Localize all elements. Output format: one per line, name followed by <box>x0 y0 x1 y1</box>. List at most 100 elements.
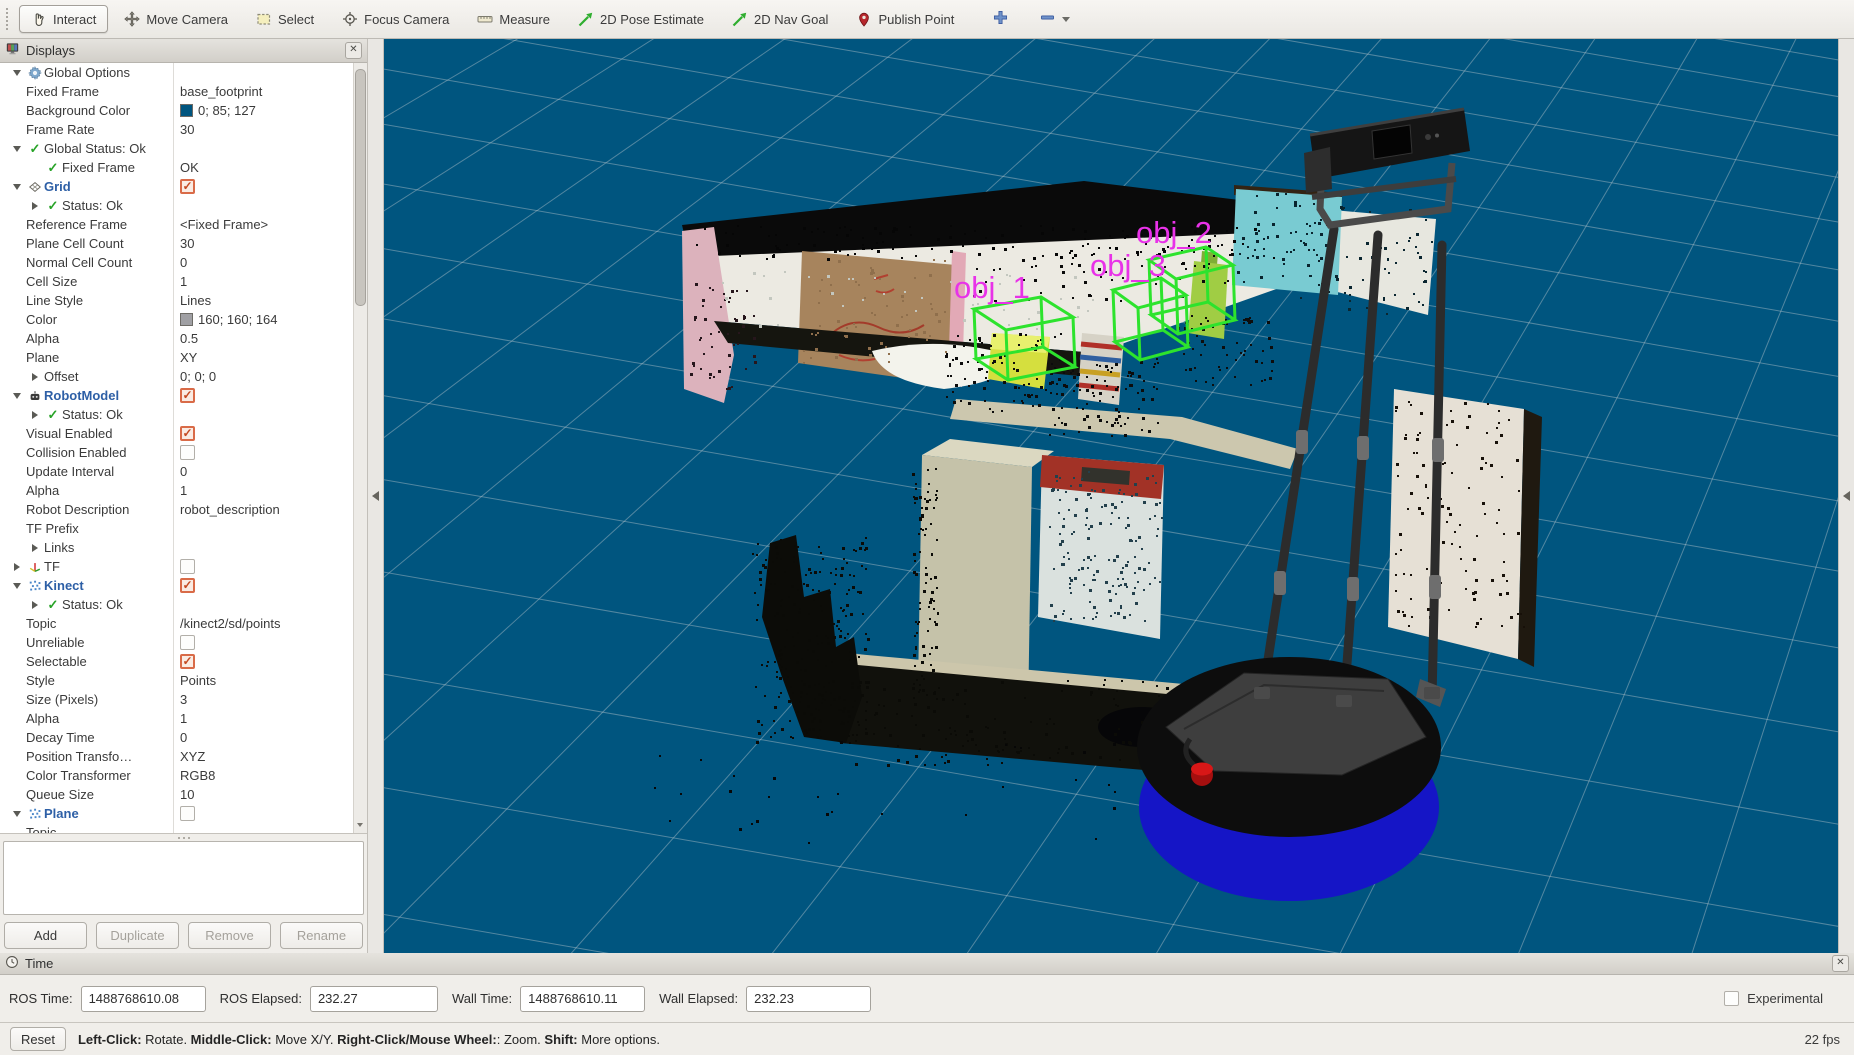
tool-2d-nav-goal[interactable]: 2D Nav Goal <box>720 5 840 33</box>
tool-measure[interactable]: Measure <box>465 5 562 33</box>
property-value-cell[interactable] <box>173 557 354 576</box>
property-value-cell[interactable]: robot_description <box>173 500 354 519</box>
tree-row-queue-size[interactable]: Queue Size10 <box>0 785 354 804</box>
property-value[interactable]: 0; 85; 127 <box>198 103 256 118</box>
tree-row-fixed-frame[interactable]: ✓Fixed FrameOK <box>0 158 354 177</box>
property-value[interactable]: 0 <box>180 730 187 745</box>
property-value[interactable]: 30 <box>180 236 194 251</box>
wall-elapsed-input[interactable] <box>746 986 871 1012</box>
property-value-cell[interactable] <box>173 405 354 424</box>
tree-scrollbar-thumb[interactable] <box>355 69 366 306</box>
enabled-checkbox-unchecked[interactable] <box>180 559 195 574</box>
tree-row-status-ok[interactable]: ✓Status: Ok <box>0 405 354 424</box>
property-value[interactable]: RGB8 <box>180 768 215 783</box>
tree-row-robotmodel[interactable]: RobotModel <box>0 386 354 405</box>
property-value[interactable]: 1 <box>180 274 187 289</box>
tree-row-plane[interactable]: Plane <box>0 804 354 823</box>
time-panel-header[interactable]: Time <box>0 953 1854 975</box>
add-button[interactable]: Add <box>4 922 87 949</box>
property-value-cell[interactable] <box>173 804 354 823</box>
left-panel-collapse-handle[interactable] <box>368 39 384 953</box>
property-value[interactable]: XYZ <box>180 749 205 764</box>
tree-row-unreliable[interactable]: Unreliable <box>0 633 354 652</box>
tree-row-background-color[interactable]: Background Color0; 85; 127 <box>0 101 354 120</box>
tree-row-status-ok[interactable]: ✓Status: Ok <box>0 595 354 614</box>
property-value[interactable]: <Fixed Frame> <box>180 217 268 232</box>
property-value-cell[interactable]: XYZ <box>173 747 354 766</box>
property-value[interactable]: XY <box>180 350 197 365</box>
tree-row-cell-size[interactable]: Cell Size1 <box>0 272 354 291</box>
tool-2d-pose-estimate[interactable]: 2D Pose Estimate <box>566 5 716 33</box>
property-value-cell[interactable] <box>173 576 354 595</box>
tree-row-alpha[interactable]: Alpha0.5 <box>0 329 354 348</box>
tree-row-update-interval[interactable]: Update Interval0 <box>0 462 354 481</box>
property-value-cell[interactable]: <Fixed Frame> <box>173 215 354 234</box>
property-value-cell[interactable]: Points <box>173 671 354 690</box>
tree-row-size-pixels[interactable]: Size (Pixels)3 <box>0 690 354 709</box>
tree-row-plane-cell-count[interactable]: Plane Cell Count30 <box>0 234 354 253</box>
close-displays-icon[interactable] <box>345 42 362 59</box>
add-tool-button[interactable] <box>984 5 1017 33</box>
tree-row-offset[interactable]: Offset0; 0; 0 <box>0 367 354 386</box>
tool-select[interactable]: Select <box>244 5 326 33</box>
displays-panel-header[interactable]: Displays <box>0 39 367 63</box>
tree-row-normal-cell-count[interactable]: Normal Cell Count0 <box>0 253 354 272</box>
property-value[interactable]: 0 <box>180 255 187 270</box>
property-value[interactable]: robot_description <box>180 502 280 517</box>
panel-splitter-grip[interactable] <box>0 834 367 841</box>
property-value-cell[interactable] <box>173 595 354 614</box>
property-value[interactable]: 30 <box>180 122 194 137</box>
property-value-cell[interactable] <box>173 538 354 557</box>
tool-move-camera[interactable]: Move Camera <box>112 5 240 33</box>
tree-row-grid[interactable]: Grid <box>0 177 354 196</box>
property-value-cell[interactable]: /kinect2/sd/points <box>173 614 354 633</box>
property-value[interactable]: 1 <box>180 711 187 726</box>
property-value-cell[interactable] <box>173 652 354 671</box>
tree-row-robot-description[interactable]: Robot Descriptionrobot_description <box>0 500 354 519</box>
color-swatch[interactable] <box>180 313 193 326</box>
property-value-cell[interactable]: RGB8 <box>173 766 354 785</box>
property-value-cell[interactable] <box>173 443 354 462</box>
property-value-cell[interactable]: 1 <box>173 709 354 728</box>
property-value-cell[interactable] <box>173 139 354 158</box>
expander-open-icon[interactable] <box>13 583 21 589</box>
enabled-checkbox-checked[interactable] <box>180 388 195 403</box>
tree-row-tf[interactable]: TF <box>0 557 354 576</box>
expander-open-icon[interactable] <box>13 70 21 76</box>
property-value-cell[interactable]: Lines <box>173 291 354 310</box>
expander-open-icon[interactable] <box>13 393 21 399</box>
color-swatch[interactable] <box>180 104 193 117</box>
property-value-cell[interactable] <box>173 196 354 215</box>
tool-focus-camera[interactable]: Focus Camera <box>330 5 461 33</box>
ros-elapsed-input[interactable] <box>310 986 438 1012</box>
tree-row-visual-enabled[interactable]: Visual Enabled <box>0 424 354 443</box>
tree-row-reference-frame[interactable]: Reference Frame<Fixed Frame> <box>0 215 354 234</box>
property-value[interactable]: 0 <box>180 464 187 479</box>
tree-row-status-ok[interactable]: ✓Status: Ok <box>0 196 354 215</box>
expander-open-icon[interactable] <box>13 184 21 190</box>
tree-row-topic[interactable]: Topic/kinect2/sd/points <box>0 614 354 633</box>
tree-row-selectable[interactable]: Selectable <box>0 652 354 671</box>
property-value[interactable]: OK <box>180 160 199 175</box>
experimental-checkbox[interactable] <box>1724 991 1739 1006</box>
property-value[interactable]: Points <box>180 673 216 688</box>
tool-interact[interactable]: Interact <box>19 5 108 33</box>
property-value-cell[interactable]: 10 <box>173 785 354 804</box>
property-value[interactable]: 1 <box>180 483 187 498</box>
property-value-cell[interactable]: 160; 160; 164 <box>173 310 354 329</box>
tree-row-alpha[interactable]: Alpha1 <box>0 709 354 728</box>
enabled-checkbox-checked[interactable] <box>180 426 195 441</box>
property-value-cell[interactable]: 30 <box>173 234 354 253</box>
property-value-cell[interactable]: OK <box>173 158 354 177</box>
enabled-checkbox-checked[interactable] <box>180 654 195 669</box>
enabled-checkbox-unchecked[interactable] <box>180 635 195 650</box>
tree-scrollbar[interactable] <box>353 63 367 833</box>
property-value-cell[interactable] <box>173 386 354 405</box>
tree-row-style[interactable]: StylePoints <box>0 671 354 690</box>
tool-publish-point[interactable]: Publish Point <box>844 5 966 33</box>
expander-closed-icon[interactable] <box>32 373 38 381</box>
experimental-toggle[interactable]: Experimental <box>1724 991 1823 1006</box>
tree-row-line-style[interactable]: Line StyleLines <box>0 291 354 310</box>
property-value[interactable]: 3 <box>180 692 187 707</box>
property-value[interactable]: /kinect2/sd/points <box>180 616 280 631</box>
